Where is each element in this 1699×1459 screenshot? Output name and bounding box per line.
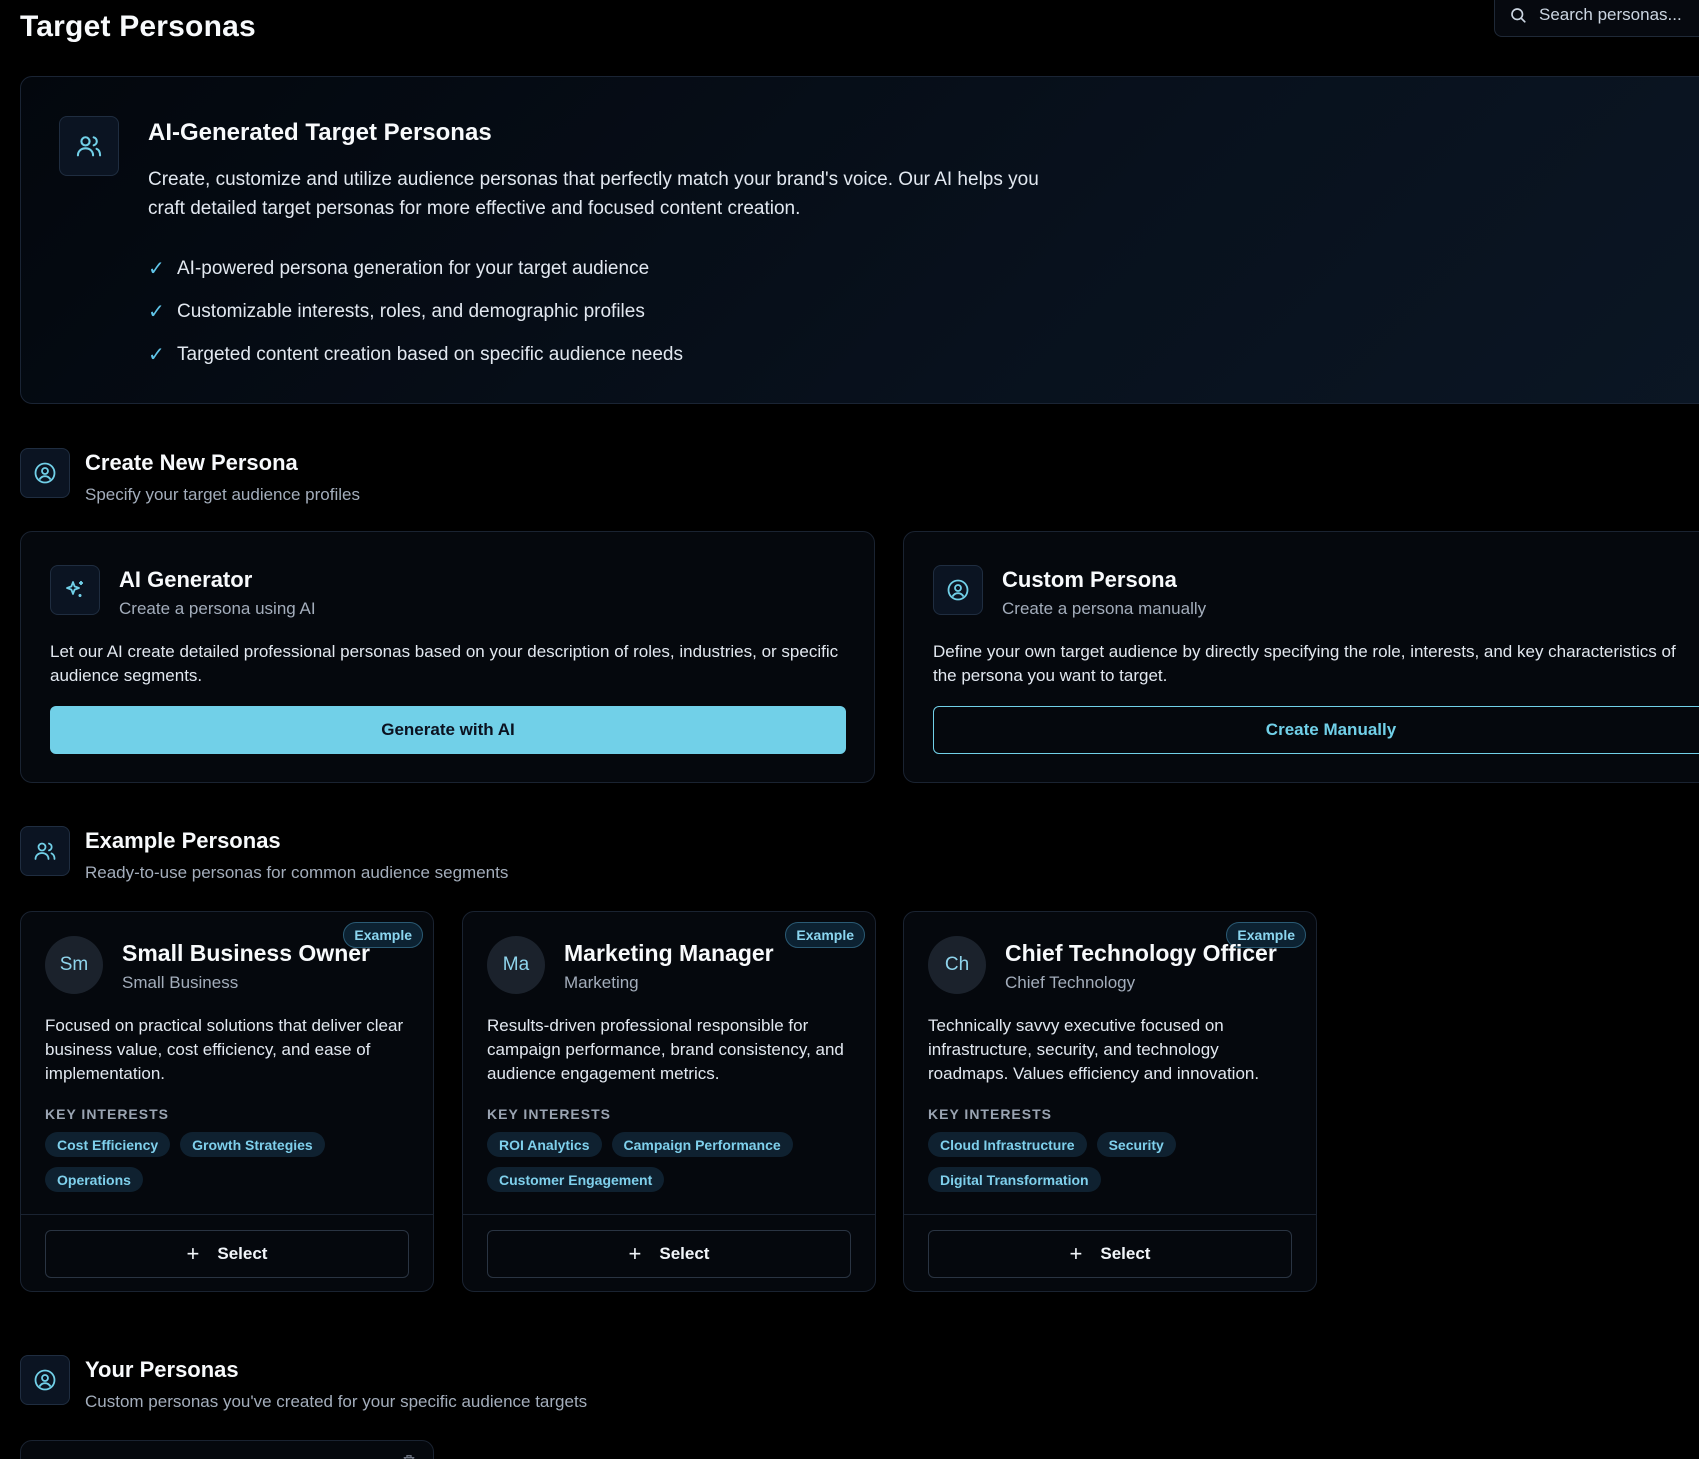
card-description: Let our AI create detailed professional …	[50, 642, 839, 685]
divider	[463, 1214, 875, 1215]
section-icon-tile	[20, 1355, 70, 1405]
hero-icon-tile	[59, 116, 119, 176]
search-input[interactable]	[1539, 4, 1699, 25]
examples-section-header: Example Personas Ready-to-use personas f…	[20, 826, 508, 883]
select-label: Select	[217, 1244, 268, 1263]
persona-name: Marketing Manager	[564, 940, 774, 966]
example-badge: Example	[785, 922, 865, 948]
create-section-header: Create New Persona Specify your target a…	[20, 448, 360, 505]
feature-text: Targeted content creation based on speci…	[177, 343, 683, 365]
avatar: Sm	[45, 936, 103, 994]
interest-tag: Growth Strategies	[180, 1132, 325, 1157]
hero-title: AI-Generated Target Personas	[148, 119, 492, 146]
interest-tags: Cost Efficiency Growth Strategies Operat…	[45, 1132, 425, 1192]
generate-with-ai-button[interactable]: Generate with AI	[50, 706, 846, 754]
search-icon	[1511, 7, 1526, 23]
section-icon-tile	[20, 448, 70, 498]
plus-icon: +	[186, 1241, 200, 1266]
custom-persona-card: Custom Persona Create a persona manually…	[903, 531, 1699, 783]
interests-label: KEY INTERESTS	[45, 1106, 169, 1122]
persona-name: Small Business Owner	[122, 940, 370, 966]
interest-tag: Operations	[45, 1167, 143, 1192]
hero-panel: AI-Generated Target Personas Create, cus…	[20, 76, 1699, 404]
ai-generator-card: AI Generator Create a persona using AI L…	[20, 531, 875, 783]
persona-role: Marketing	[564, 973, 639, 992]
section-icon-tile	[20, 826, 70, 876]
interest-tag: Cloud Infrastructure	[928, 1132, 1087, 1157]
user-circle-icon	[34, 1369, 56, 1391]
persona-name: Chief Technology Officer	[1005, 940, 1277, 966]
interest-tag: ROI Analytics	[487, 1132, 602, 1157]
feature-item: ✓ Customizable interests, roles, and demo…	[148, 290, 683, 333]
interest-tag: Security	[1096, 1132, 1176, 1157]
user-circle-icon	[947, 579, 969, 601]
card-subtitle: Create a persona using AI	[119, 599, 316, 618]
feature-item: ✓ AI-powered persona generation for your …	[148, 247, 683, 290]
check-icon: ✓	[148, 301, 165, 323]
create-manually-button[interactable]: Create Manually	[933, 706, 1699, 754]
section-subtitle: Ready-to-use personas for common audienc…	[85, 863, 509, 882]
search-box[interactable]	[1494, 0, 1699, 37]
check-icon: ✓	[148, 344, 165, 366]
section-title: Your Personas	[85, 1357, 239, 1382]
divider	[21, 1214, 433, 1215]
avatar: Ma	[487, 936, 545, 994]
page: Target Personas AI-Generated Target Pers…	[0, 0, 1699, 1459]
check-icon: ✓	[148, 258, 165, 280]
card-icon-tile	[50, 565, 100, 615]
interest-tag: Cost Efficiency	[45, 1132, 171, 1157]
persona-description: Results-driven professional responsible …	[487, 1016, 844, 1083]
interests-label: KEY INTERESTS	[487, 1106, 611, 1122]
section-subtitle: Custom personas you've created for your …	[85, 1392, 588, 1411]
card-title: Custom Persona	[1002, 567, 1177, 592]
persona-role: Small Business	[122, 973, 239, 992]
persona-card: Example Ma Marketing Manager Marketing R…	[462, 911, 876, 1292]
card-title: AI Generator	[119, 567, 253, 592]
persona-card: Example Sm Small Business Owner Small Bu…	[20, 911, 434, 1292]
interest-tag: Digital Transformation	[928, 1167, 1101, 1192]
persona-role: Chief Technology	[1005, 973, 1136, 992]
select-label: Select	[1100, 1244, 1151, 1263]
user-circle-icon	[34, 462, 56, 484]
section-subtitle: Specify your target audience profiles	[85, 485, 360, 504]
persona-description: Focused on practical solutions that deli…	[45, 1016, 404, 1083]
select-persona-button[interactable]: + Select	[45, 1230, 409, 1278]
feature-text: AI-powered persona generation for your t…	[177, 257, 650, 279]
section-title: Create New Persona	[85, 450, 298, 475]
feature-item: ✓ Targeted content creation based on spec…	[148, 333, 683, 376]
select-label: Select	[659, 1244, 710, 1263]
interest-tag: Customer Engagement	[487, 1167, 665, 1192]
interest-tags: ROI Analytics Campaign Performance Custo…	[487, 1132, 867, 1192]
interest-tag: Campaign Performance	[611, 1132, 793, 1157]
sparkles-icon	[66, 581, 83, 597]
feature-text: Customizable interests, roles, and demog…	[177, 300, 645, 322]
card-description: Define your own target audience by direc…	[933, 642, 1676, 685]
plus-icon: +	[1069, 1241, 1083, 1266]
section-title: Example Personas	[85, 828, 281, 853]
card-icon-tile	[933, 565, 983, 615]
persona-card: Example Ch Chief Technology Officer Chie…	[903, 911, 1317, 1292]
select-persona-button[interactable]: + Select	[487, 1230, 851, 1278]
hero-description: Create, customize and utilize audience p…	[148, 169, 1039, 219]
hero-feature-list: ✓ AI-powered persona generation for your …	[148, 247, 683, 376]
card-subtitle: Create a persona manually	[1002, 599, 1207, 618]
select-persona-button[interactable]: + Select	[928, 1230, 1292, 1278]
plus-icon: +	[628, 1241, 642, 1266]
divider	[904, 1214, 1316, 1215]
interest-tags: Cloud Infrastructure Security Digital Tr…	[928, 1132, 1308, 1192]
trash-icon[interactable]	[401, 1453, 417, 1459]
users-icon	[34, 842, 56, 860]
user-persona-card	[20, 1440, 434, 1459]
persona-description: Technically savvy executive focused on i…	[928, 1016, 1260, 1083]
avatar: Ch	[928, 936, 986, 994]
interests-label: KEY INTERESTS	[928, 1106, 1052, 1122]
page-title: Target Personas	[20, 10, 256, 43]
users-icon	[76, 136, 102, 157]
your-personas-section-header: Your Personas Custom personas you've cre…	[20, 1355, 587, 1412]
